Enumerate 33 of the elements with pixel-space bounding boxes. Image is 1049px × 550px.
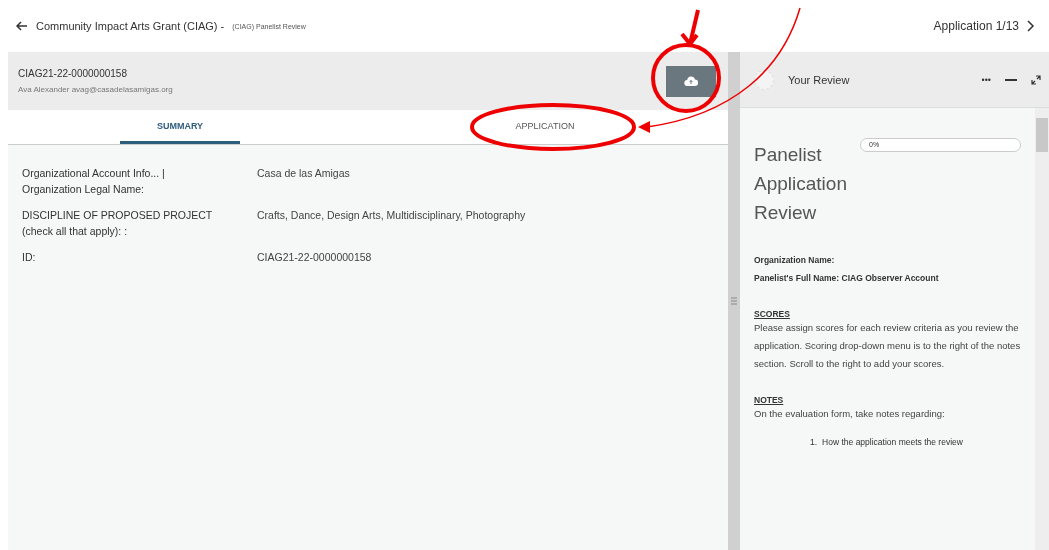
scrollbar-thumb[interactable] — [1036, 118, 1048, 152]
section-text: On the evaluation form, take notes regarding: — [754, 407, 946, 421]
more-menu[interactable]: ••• — [981, 74, 991, 85]
review-title: Your Review — [788, 73, 850, 86]
application-counter: Application 1/13 — [933, 19, 1019, 33]
next-chevron-icon[interactable] — [1027, 20, 1035, 32]
field-label: ID: — [22, 250, 37, 265]
status-circle — [754, 69, 774, 90]
list-text: How the application meets the review — [822, 437, 963, 447]
record-contact: Ava Alexander avag@casadelasamigas.org — [18, 85, 173, 94]
form-line: Panelist's Full Name: CIAG Observer Account — [754, 272, 940, 285]
field-label: DISCIPLINE OF PROPOSED PROJECT (check all that apply): : — [22, 208, 212, 239]
field-label: Organizational Account Info... | Organization Legal Name: — [22, 166, 166, 197]
cloud-upload-icon — [684, 76, 698, 86]
tab[interactable]: SUMMARY — [120, 110, 240, 144]
expand-icon — [1031, 74, 1041, 85]
minimize-icon — [1005, 78, 1017, 81]
form-title: Panelist Application Review — [754, 143, 848, 225]
record-id: CIAG21-22-0000000158 — [18, 68, 128, 79]
section-heading: SCORES — [754, 309, 790, 319]
back-arrow-icon[interactable] — [16, 21, 28, 31]
upload-button[interactable] — [666, 65, 716, 97]
form-line: Organization Name: — [754, 254, 836, 267]
annotation-circle — [651, 43, 721, 113]
section-heading: NOTES — [754, 395, 784, 405]
field-value: Casa de las Amigas — [257, 166, 351, 181]
field-value: Crafts, Dance, Design Arts, Multidisciplinary, Photography — [257, 208, 527, 223]
annotation-arrow — [678, 8, 702, 48]
section-text: Please assign scores for each review criteria as you review the application. Scoring drop-down menu is to the right of the notes section. Scroll to the right to add your scores. — [754, 321, 1021, 371]
list-marker: 1. — [810, 437, 818, 447]
page-title: Community Impact Arts Grant (CIAG) - — [36, 20, 225, 32]
field-value: CIAG21-22-0000000158 — [257, 250, 373, 265]
grip-icon — [731, 297, 737, 305]
